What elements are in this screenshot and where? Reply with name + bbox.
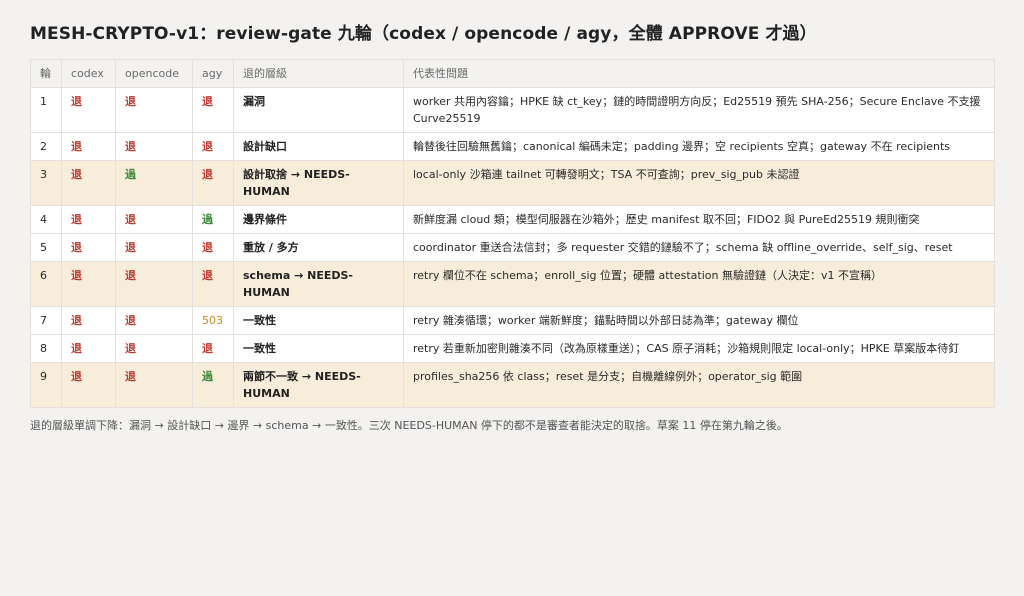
table-header-row: 輪 codex opencode agy 退的層級 代表性問題 bbox=[30, 59, 995, 88]
table-row: 5 退 退 退 重放 / 多方 coordinator 重送合法信封；多 req… bbox=[30, 233, 995, 262]
cell-round: 7 bbox=[30, 306, 62, 335]
table-row: 1 退 退 退 漏洞 worker 共用內容鑰；HPKE 缺 ct_key；鏈的… bbox=[30, 87, 995, 133]
cell-level: 一致性 bbox=[233, 306, 404, 335]
footnote: 退的層級單調下降：漏洞 → 設計缺口 → 邊界 → schema → 一致性。三… bbox=[30, 419, 788, 432]
cell-codex: 退 bbox=[61, 233, 116, 262]
cell-codex: 退 bbox=[61, 261, 116, 307]
table-row: 6 退 退 退 schema → NEEDS-HUMAN retry 欄位不在 … bbox=[30, 261, 995, 307]
header-agy: agy bbox=[192, 59, 234, 88]
cell-round: 4 bbox=[30, 205, 62, 234]
cell-agy: 退 bbox=[192, 261, 234, 307]
cell-issues: 輪替後往回驗無舊鑰；canonical 編碼未定；padding 邊界；空 re… bbox=[403, 132, 995, 161]
cell-level: 一致性 bbox=[233, 334, 404, 363]
header-level: 退的層級 bbox=[233, 59, 404, 88]
table-row: 2 退 退 退 設計缺口 輪替後往回驗無舊鑰；canonical 編碼未定；pa… bbox=[30, 132, 995, 161]
cell-agy: 退 bbox=[192, 87, 234, 133]
cell-round: 9 bbox=[30, 362, 62, 408]
cell-agy: 退 bbox=[192, 160, 234, 206]
cell-codex: 退 bbox=[61, 132, 116, 161]
cell-agy: 503 bbox=[192, 306, 234, 335]
cell-agy: 退 bbox=[192, 334, 234, 363]
cell-issues: retry 雜湊循環；worker 端新鮮度；錨點時間以外部日誌為準；gatew… bbox=[403, 306, 995, 335]
cell-codex: 退 bbox=[61, 160, 116, 206]
cell-level: 設計缺口 bbox=[233, 132, 404, 161]
cell-round: 2 bbox=[30, 132, 62, 161]
cell-issues: 新鮮度漏 cloud 類；模型伺服器在沙箱外；歷史 manifest 取不回；F… bbox=[403, 205, 995, 234]
cell-opencode: 退 bbox=[115, 306, 193, 335]
header-codex: codex bbox=[61, 59, 116, 88]
cell-issues: worker 共用內容鑰；HPKE 缺 ct_key；鏈的時間證明方向反；Ed2… bbox=[403, 87, 995, 133]
header-opencode: opencode bbox=[115, 59, 193, 88]
cell-level: 兩節不一致 → NEEDS-HUMAN bbox=[233, 362, 404, 408]
page-title: MESH-CRYPTO-v1：review-gate 九輪（codex / op… bbox=[30, 24, 817, 44]
cell-round: 5 bbox=[30, 233, 62, 262]
page: MESH-CRYPTO-v1：review-gate 九輪（codex / op… bbox=[30, 22, 995, 434]
cell-issues: local-only 沙箱連 tailnet 可轉發明文；TSA 不可查詢；pr… bbox=[403, 160, 995, 206]
table-row: 7 退 退 503 一致性 retry 雜湊循環；worker 端新鮮度；錨點時… bbox=[30, 306, 995, 335]
cell-level: 邊界條件 bbox=[233, 205, 404, 234]
cell-codex: 退 bbox=[61, 362, 116, 408]
cell-level: 漏洞 bbox=[233, 87, 404, 133]
cell-opencode: 退 bbox=[115, 334, 193, 363]
cell-opencode: 過 bbox=[115, 160, 193, 206]
cell-level: 設計取捨 → NEEDS-HUMAN bbox=[233, 160, 404, 206]
cell-codex: 退 bbox=[61, 334, 116, 363]
cell-codex: 退 bbox=[61, 205, 116, 234]
table-row: 9 退 退 過 兩節不一致 → NEEDS-HUMAN profiles_sha… bbox=[30, 362, 995, 408]
cell-issues: profiles_sha256 依 class；reset 是分支；自機離線例外… bbox=[403, 362, 995, 408]
cell-issues: retry 欄位不在 schema；enroll_sig 位置；硬體 attes… bbox=[403, 261, 995, 307]
cell-level: 重放 / 多方 bbox=[233, 233, 404, 262]
cell-level: schema → NEEDS-HUMAN bbox=[233, 261, 404, 307]
cell-agy: 退 bbox=[192, 233, 234, 262]
cell-round: 8 bbox=[30, 334, 62, 363]
table-row: 8 退 退 退 一致性 retry 若重新加密則雜湊不同（改為原樣重送）；CAS… bbox=[30, 334, 995, 363]
cell-codex: 退 bbox=[61, 306, 116, 335]
cell-opencode: 退 bbox=[115, 362, 193, 408]
cell-round: 3 bbox=[30, 160, 62, 206]
cell-agy: 過 bbox=[192, 362, 234, 408]
cell-issues: coordinator 重送合法信封；多 requester 交錯的鏈驗不了；s… bbox=[403, 233, 995, 262]
table-row: 4 退 退 過 邊界條件 新鮮度漏 cloud 類；模型伺服器在沙箱外；歷史 m… bbox=[30, 205, 995, 234]
review-table: 輪 codex opencode agy 退的層級 代表性問題 1 退 退 退 … bbox=[30, 59, 995, 408]
cell-opencode: 退 bbox=[115, 233, 193, 262]
cell-opencode: 退 bbox=[115, 87, 193, 133]
cell-agy: 退 bbox=[192, 132, 234, 161]
cell-codex: 退 bbox=[61, 87, 116, 133]
cell-round: 1 bbox=[30, 87, 62, 133]
cell-opencode: 退 bbox=[115, 261, 193, 307]
cell-issues: retry 若重新加密則雜湊不同（改為原樣重送）；CAS 原子消耗；沙箱規則限定… bbox=[403, 334, 995, 363]
table-body: 1 退 退 退 漏洞 worker 共用內容鑰；HPKE 缺 ct_key；鏈的… bbox=[30, 87, 995, 408]
header-issues: 代表性問題 bbox=[403, 59, 995, 88]
cell-opencode: 退 bbox=[115, 132, 193, 161]
table-row: 3 退 過 退 設計取捨 → NEEDS-HUMAN local-only 沙箱… bbox=[30, 160, 995, 206]
header-round: 輪 bbox=[30, 59, 62, 88]
cell-agy: 過 bbox=[192, 205, 234, 234]
cell-opencode: 退 bbox=[115, 205, 193, 234]
cell-round: 6 bbox=[30, 261, 62, 307]
